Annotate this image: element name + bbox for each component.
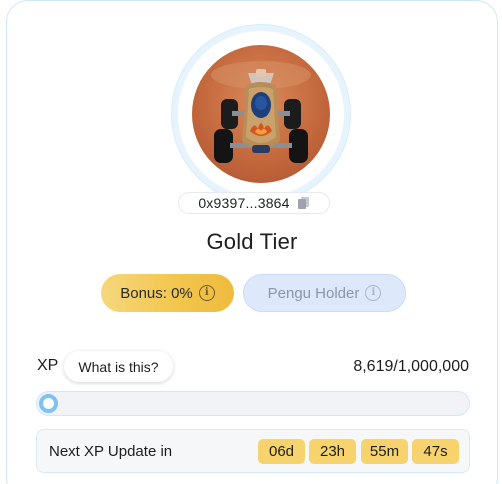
info-icon[interactable]: i [365,285,382,301]
info-icon[interactable]: i [198,285,215,301]
next-update-box: Next XP Update in 06d 23h 55m 47s [36,429,470,473]
wallet-address-pill[interactable]: 0x9397...3864 [178,192,330,214]
wallet-address: 0x9397...3864 [198,195,290,211]
xp-value: 8,619/1,000,000 [353,358,469,375]
avatar-ring [178,31,344,197]
timer-hours: 23h [309,439,356,464]
timer-seconds: 47s [412,439,459,464]
xp-progress-knob [39,394,58,413]
tier-title: Gold Tier [206,229,298,254]
next-update-label: Next XP Update in [49,443,173,460]
race-car-image [211,61,311,163]
avatar [192,45,330,183]
xp-label: XP [37,357,59,374]
xp-progress-bar [36,391,470,416]
timer-days: 06d [258,439,305,464]
pengu-holder-badge[interactable]: Pengu Holder i [243,274,406,312]
bonus-badge[interactable]: Bonus: 0% i [101,274,234,312]
what-is-this-button[interactable]: What is this? [64,351,173,382]
timer-minutes: 55m [361,439,408,464]
profile-card: 0x9397...3864 Gold Tier Bonus: 0% i Peng… [6,0,498,484]
bonus-label: Bonus: 0% [120,284,193,302]
copy-icon[interactable] [297,197,310,209]
pengu-holder-label: Pengu Holder [267,284,360,302]
